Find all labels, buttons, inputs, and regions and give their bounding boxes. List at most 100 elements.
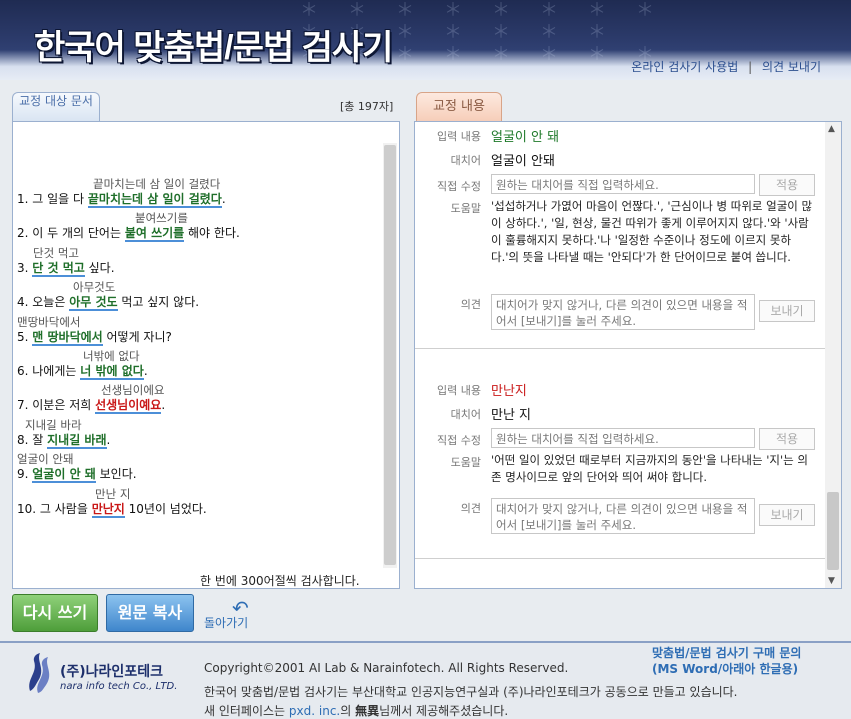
- credit-suffix: 님께서 제공해주셨습니다.: [379, 704, 509, 718]
- label-replacement: 대치어: [450, 408, 481, 421]
- left-scrollbar[interactable]: [383, 143, 397, 568]
- label-opinion: 의견: [460, 298, 481, 311]
- character-count: [총 197자]: [340, 100, 394, 113]
- label-help: 도움말: [450, 202, 481, 215]
- right-scrollbar-thumb[interactable]: [827, 492, 839, 570]
- tab-correction-details[interactable]: 교정 내용: [416, 92, 502, 122]
- help-text: '섭섭하거나 가엾어 마음이 언짢다.', '근심이나 병 따위로 얼굴이 많이…: [491, 199, 813, 264]
- sentence-prefix: 9.: [17, 467, 33, 482]
- label-input: 입력 내용: [437, 384, 481, 397]
- send-button[interactable]: 보내기: [759, 300, 815, 322]
- sentence-text[interactable]: 10. 그 사람을 만난지 10년이 넘었다.: [17, 500, 207, 518]
- sentence-suffix: .: [161, 398, 166, 413]
- card-divider: [415, 558, 825, 559]
- back-label: 돌아가기: [204, 616, 249, 630]
- sentence-suffix: .: [143, 363, 148, 378]
- nara-logo-icon: [29, 653, 50, 693]
- sentence-prefix: 7. 이분은 저희: [17, 398, 96, 413]
- replacement-word[interactable]: 만난 지: [491, 404, 531, 423]
- sentence-row: 얼굴이 안돼 9. 얼굴이 안 돼 보인다.: [17, 447, 381, 484]
- sentence-suffix: 먹고 싶지 않다.: [117, 295, 200, 310]
- sentence-suffix: 10년이 넘었다.: [124, 501, 207, 516]
- sentence-suffix: 보인다.: [95, 467, 137, 482]
- link-separator: |: [748, 60, 753, 74]
- pxd-link[interactable]: pxd. inc.: [289, 704, 340, 718]
- sentence-suffix: 싶다.: [84, 260, 115, 275]
- label-replacement: 대치어: [450, 154, 481, 167]
- sentence-text[interactable]: 9. 얼굴이 안 돼 보인다.: [17, 465, 137, 484]
- usage-guide-link[interactable]: 온라인 검사기 사용법: [631, 60, 738, 74]
- credit-mid: 의: [340, 704, 356, 718]
- sentence-text[interactable]: 8. 잘 지내길 바래.: [17, 431, 111, 449]
- purchase-line2: (MS Word/아래아 한글용): [652, 662, 799, 676]
- sentence-prefix: 6. 나에게는: [17, 363, 81, 378]
- footer: (주)나라인포테크 nara info tech Co., LTD. Copyr…: [0, 643, 851, 719]
- help-text: '어떤 일이 있었던 때로부터 지금까지의 동안'을 나타내는 '지'는 의존 …: [491, 453, 808, 484]
- direct-edit-input[interactable]: 원하는 대치어를 직접 입력하세요.: [491, 174, 755, 194]
- label-direct-edit: 직접 수정: [437, 180, 481, 193]
- sentence-text[interactable]: 2. 이 두 개의 단어는 붙여 쓰기를 해야 한다.: [17, 224, 240, 243]
- sentence-prefix: 10. 그 사람을: [17, 501, 92, 516]
- left-scrollbar-thumb[interactable]: [384, 145, 396, 565]
- sentence-text[interactable]: 6. 나에게는 너 밖에 없다.: [17, 362, 148, 380]
- sentence-suffix: 해야 한다.: [184, 226, 240, 241]
- header-banner: ＊ ＊ ＊ ＊ ＊ ＊ ＊ ＊ ＊ ＊ ＊ ＊ ＊ ＊ ＊ ＊ ＊ ＊ ＊ ＊ …: [0, 0, 851, 80]
- tab-source-document[interactable]: 교정 대상 문서: [12, 92, 100, 122]
- label-help: 도움말: [450, 456, 481, 469]
- sentence-list: 끝마치는데 삼 일이 걸렸다 1. 그 일을 다 끝마치는데 삼 일이 걸렸다. 붙…: [17, 172, 381, 518]
- marked-error[interactable]: 만난지: [91, 501, 125, 518]
- purchase-inquiry-link[interactable]: 맞춤법/문법 검사기 구매 문의 (MS Word/아래아 한글용): [652, 645, 801, 677]
- credit-prefix: 새 인터페이스는: [204, 704, 289, 718]
- sentence-suffix: .: [106, 432, 111, 447]
- sentence-text[interactable]: 7. 이분은 저희 선생님이예요.: [17, 396, 166, 415]
- send-feedback-link[interactable]: 의견 보내기: [762, 60, 821, 74]
- sentence-prefix: 4. 오늘은: [17, 295, 70, 310]
- card-divider: [415, 348, 825, 349]
- sentence-row: 만난 지 10. 그 사람을 만난지 10년이 넘었다.: [17, 482, 381, 518]
- credit-name: 無異: [355, 704, 380, 718]
- scroll-down-icon[interactable]: ▼: [828, 576, 835, 586]
- app-title: 한국어 맞춤법/문법 검사기: [34, 29, 393, 67]
- sentence-suffix: 어떻게 자니?: [102, 329, 172, 344]
- scroll-up-icon[interactable]: ▲: [828, 124, 835, 134]
- sentence-text[interactable]: 4. 오늘은 아무 것도 먹고 싶지 않다.: [17, 293, 200, 312]
- sentence-row: 단것 먹고 3. 단 것 먹고 싶다.: [17, 241, 381, 277]
- apply-button[interactable]: 적용: [759, 174, 815, 196]
- sentence-prefix: 3.: [17, 260, 33, 275]
- logo-name-ko: (주)나라인포테크: [60, 664, 163, 680]
- purchase-line1: 맞춤법/문법 검사기 구매 문의: [652, 646, 802, 660]
- sentence-row: 지내길 바라 8. 잘 지내길 바래.: [17, 413, 381, 449]
- footer-description: 한국어 맞춤법/문법 검사기는 부산대학교 인공지능연구실과 (주)나라인포테크…: [204, 685, 738, 699]
- sentence-prefix: 1. 그 일을 다: [17, 192, 88, 206]
- copyright: Copyright©2001 AI Lab & Narainfotech. Al…: [204, 661, 569, 675]
- source-document-panel: 끝마치는데 삼 일이 걸렸다 1. 그 일을 다 끝마치는데 삼 일이 걸렸다. 붙…: [12, 121, 400, 589]
- label-input: 입력 내용: [437, 130, 481, 143]
- footer-credit: 새 인터페이스는 pxd. inc.의 無異님께서 제공해주셨습니다.: [204, 702, 508, 719]
- sentence-text[interactable]: 5. 맨 땅바닥에서 어떻게 자니?: [17, 328, 172, 346]
- opinion-textarea[interactable]: 대치어가 맞지 않거나, 다른 의견이 있으면 내용을 적어서 [보내기]를 눌…: [491, 498, 755, 534]
- back-button[interactable]: ↶ 돌아가기: [204, 596, 264, 632]
- direct-edit-input[interactable]: 원하는 대치어를 직접 입력하세요.: [491, 428, 755, 448]
- sentence-suffix: .: [221, 192, 226, 206]
- input-content: 만난지: [491, 384, 527, 399]
- sentence-row: 아무것도 4. 오늘은 아무 것도 먹고 싶지 않다.: [17, 275, 381, 312]
- rewrite-button[interactable]: 다시 쓰기: [12, 594, 98, 632]
- send-button[interactable]: 보내기: [759, 504, 815, 526]
- label-opinion: 의견: [460, 502, 481, 515]
- sentence-text[interactable]: 3. 단 것 먹고 싶다.: [17, 259, 115, 277]
- sentence-prefix: 8. 잘: [17, 432, 48, 447]
- sentence-row: 선생님이에요 7. 이분은 저희 선생님이예요.: [17, 378, 381, 415]
- correction-details-panel: 입력 내용 얼굴이 안 돼 대치어 얼굴이 안돼 직접 수정 원하는 대치어를 직접 입력…: [414, 121, 842, 589]
- input-content: 얼굴이 안 돼: [491, 130, 560, 145]
- logo-name-en: nara info tech Co., LTD.: [60, 681, 178, 692]
- top-links: 온라인 검사기 사용법 | 의견 보내기: [631, 58, 821, 75]
- sentence-prefix: 5.: [17, 329, 33, 344]
- apply-button[interactable]: 적용: [759, 428, 815, 450]
- opinion-textarea[interactable]: 대치어가 맞지 않거나, 다른 의견이 있으면 내용을 적어서 [보내기]를 눌…: [491, 294, 755, 330]
- copy-original-button[interactable]: 원문 복사: [106, 594, 194, 632]
- sentence-row: 끝마치는데 삼 일이 걸렸다 1. 그 일을 다 끝마치는데 삼 일이 걸렸다.: [17, 172, 381, 208]
- sentence-row: 너밖에 없다 6. 나에게는 너 밖에 없다.: [17, 344, 381, 380]
- right-scrollbar[interactable]: ▲ ▼: [825, 122, 841, 588]
- replacement-word[interactable]: 얼굴이 안돼: [491, 150, 555, 169]
- sentence-text[interactable]: 1. 그 일을 다 끝마치는데 삼 일이 걸렸다.: [17, 190, 226, 208]
